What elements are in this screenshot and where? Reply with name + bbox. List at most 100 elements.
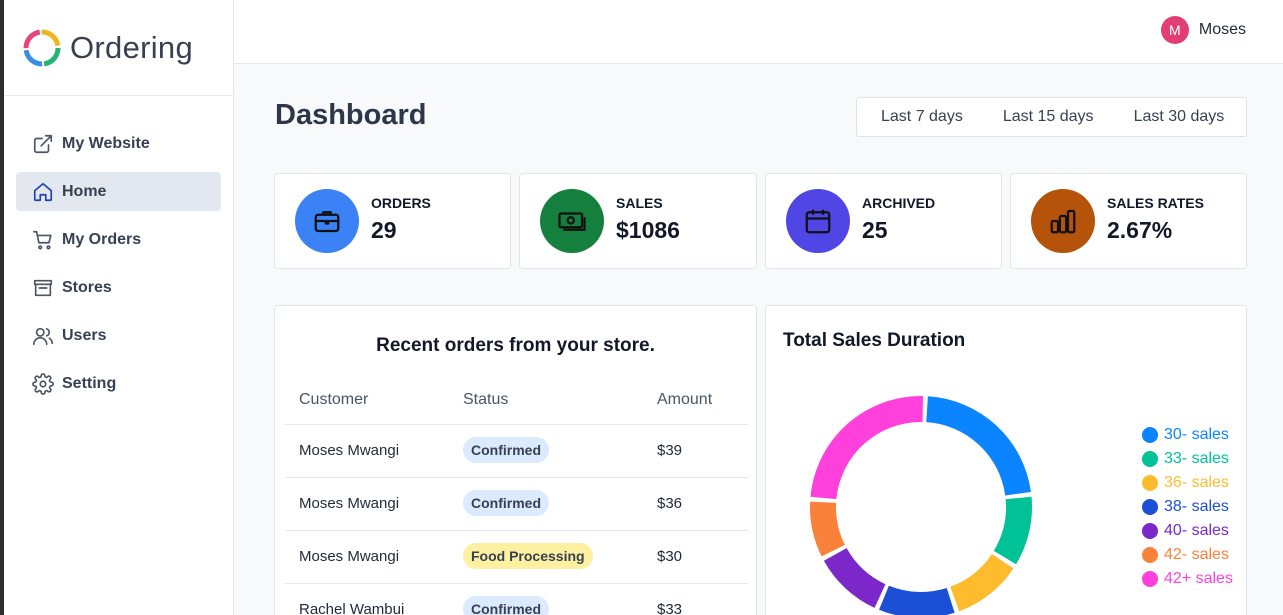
sidebar-item-home[interactable]: Home [16,172,221,211]
cash-icon [558,212,586,231]
legend-label: 36- sales [1164,474,1229,491]
legend-item[interactable]: 36- sales [1142,471,1233,495]
legend-label: 42- sales [1164,546,1229,563]
stat-value: 25 [862,217,888,243]
chart-legend: 30- sales 33- sales 36- sales 38- sales 40- … [1142,423,1233,591]
customer-cell: Moses Mwangi [299,548,400,565]
chart-title: Total Sales Duration [783,330,966,351]
customer-cell: Rachel Wambui [299,601,405,615]
stat-label: ORDERS [371,195,431,211]
stat-label: SALES RATES [1107,195,1204,211]
legend-item[interactable]: 38- sales [1142,495,1233,519]
legend-dot [1142,427,1158,443]
page-title: Dashboard [275,99,427,131]
cart-icon [33,230,52,249]
legend-item[interactable]: 33- sales [1142,447,1233,471]
donut-slice-1[interactable] [926,396,1031,496]
sidebar-nav: My Website Home My Orders Stores Users S… [4,96,233,403]
brand[interactable]: Ordering [4,0,233,96]
stat-icon-circle [786,189,850,253]
legend-item[interactable]: 40- sales [1142,519,1233,543]
donut-slice-6[interactable] [810,501,845,557]
stat-card-sales-rates: SALES RATES 2.67% [1010,173,1247,269]
sidebar: Ordering My Website Home My Orders Store… [4,0,234,615]
stat-card-sales: SALES $1086 [519,173,757,269]
sales-donut-chart [810,396,1032,615]
legend-dot [1142,523,1158,539]
amount-cell: $36 [657,495,683,512]
store-icon [33,279,53,296]
donut-slice-3[interactable] [950,553,1014,612]
table-row[interactable]: Moses Mwangi Confirmed $39 [285,424,748,477]
external-link-icon [33,134,53,153]
legend-dot [1142,571,1158,587]
stat-icon-circle [295,189,359,253]
table-row[interactable]: Moses Mwangi Confirmed $36 [285,477,748,530]
sidebar-item-label: Setting [62,374,117,392]
ordering-logo-icon [23,29,61,66]
stat-icon-circle [540,189,604,253]
legend-label: 42+ sales [1164,570,1233,587]
legend-item[interactable]: 30- sales [1142,423,1233,447]
stat-value: 2.67% [1107,217,1173,243]
amount-cell: $39 [657,442,683,459]
date-range-selector: Last 7 days Last 15 days Last 30 days [856,97,1247,137]
avatar: M [1160,16,1189,44]
sidebar-item-label: My Orders [62,230,142,248]
recent-orders-title: Recent orders from your store. [376,335,655,356]
sidebar-item-stores[interactable]: Stores [16,268,221,307]
stat-value: $1086 [616,217,680,243]
stat-value: 29 [371,217,397,243]
sidebar-item-label: Stores [62,278,112,296]
sidebar-item-my-orders[interactable]: My Orders [16,220,221,259]
legend-dot [1142,547,1158,563]
stat-card-orders: ORDERS 29 [274,173,511,269]
gear-icon [32,372,54,395]
donut-slice-7[interactable] [810,396,923,500]
table-row[interactable]: Moses Mwangi Food Processing $30 [285,530,748,583]
legend-dot [1142,475,1158,491]
legend-label: 30- sales [1164,426,1229,443]
sidebar-item-my-website[interactable]: My Website [16,124,221,163]
donut-slice-4[interactable] [879,585,955,615]
status-badge: Confirmed [463,437,549,463]
donut-slice-5[interactable] [823,548,886,608]
sidebar-item-label: Users [62,326,107,344]
legend-dot [1142,451,1158,467]
range-15-days-button[interactable]: Last 15 days [1003,108,1094,126]
column-header-customer: Customer [299,391,369,408]
sidebar-item-label: Home [62,182,107,200]
stat-label: SALES [616,195,663,211]
legend-dot [1142,499,1158,515]
legend-label: 40- sales [1164,522,1229,539]
users-icon [33,327,53,345]
status-badge: Confirmed [463,596,549,615]
bar-chart-icon [1050,209,1076,234]
table-row[interactable]: Rachel Wambui Confirmed $33 [285,583,748,615]
brand-name: Ordering [70,29,194,65]
top-bar: M Moses [234,0,1283,64]
legend-item[interactable]: 42- sales [1142,543,1233,567]
legend-item[interactable]: 42+ sales [1142,567,1233,591]
amount-cell: $33 [657,601,683,615]
range-30-days-button[interactable]: Last 30 days [1134,108,1225,126]
user-menu[interactable]: M Moses [1160,16,1246,44]
home-icon [33,182,53,201]
total-sales-card: Total Sales Duration 30- sales 33- sales 3… [765,305,1247,615]
user-name: Moses [1198,21,1246,38]
legend-label: 38- sales [1164,498,1229,515]
donut-slice-2[interactable] [993,496,1032,565]
recent-orders-card: Recent orders from your store. Customer … [274,305,757,615]
range-7-days-button[interactable]: Last 7 days [881,108,963,126]
sidebar-item-users[interactable]: Users [16,316,221,355]
column-header-amount: Amount [657,391,713,408]
stat-icon-circle [1031,189,1095,253]
status-badge: Food Processing [463,543,593,569]
stat-card-archived: ARCHIVED 25 [765,173,1002,269]
sidebar-item-label: My Website [62,134,150,152]
sidebar-item-setting[interactable]: Setting [16,364,221,403]
status-badge: Confirmed [463,490,549,516]
customer-cell: Moses Mwangi [299,442,400,459]
stat-label: ARCHIVED [862,195,936,211]
calendar-icon [805,209,831,234]
